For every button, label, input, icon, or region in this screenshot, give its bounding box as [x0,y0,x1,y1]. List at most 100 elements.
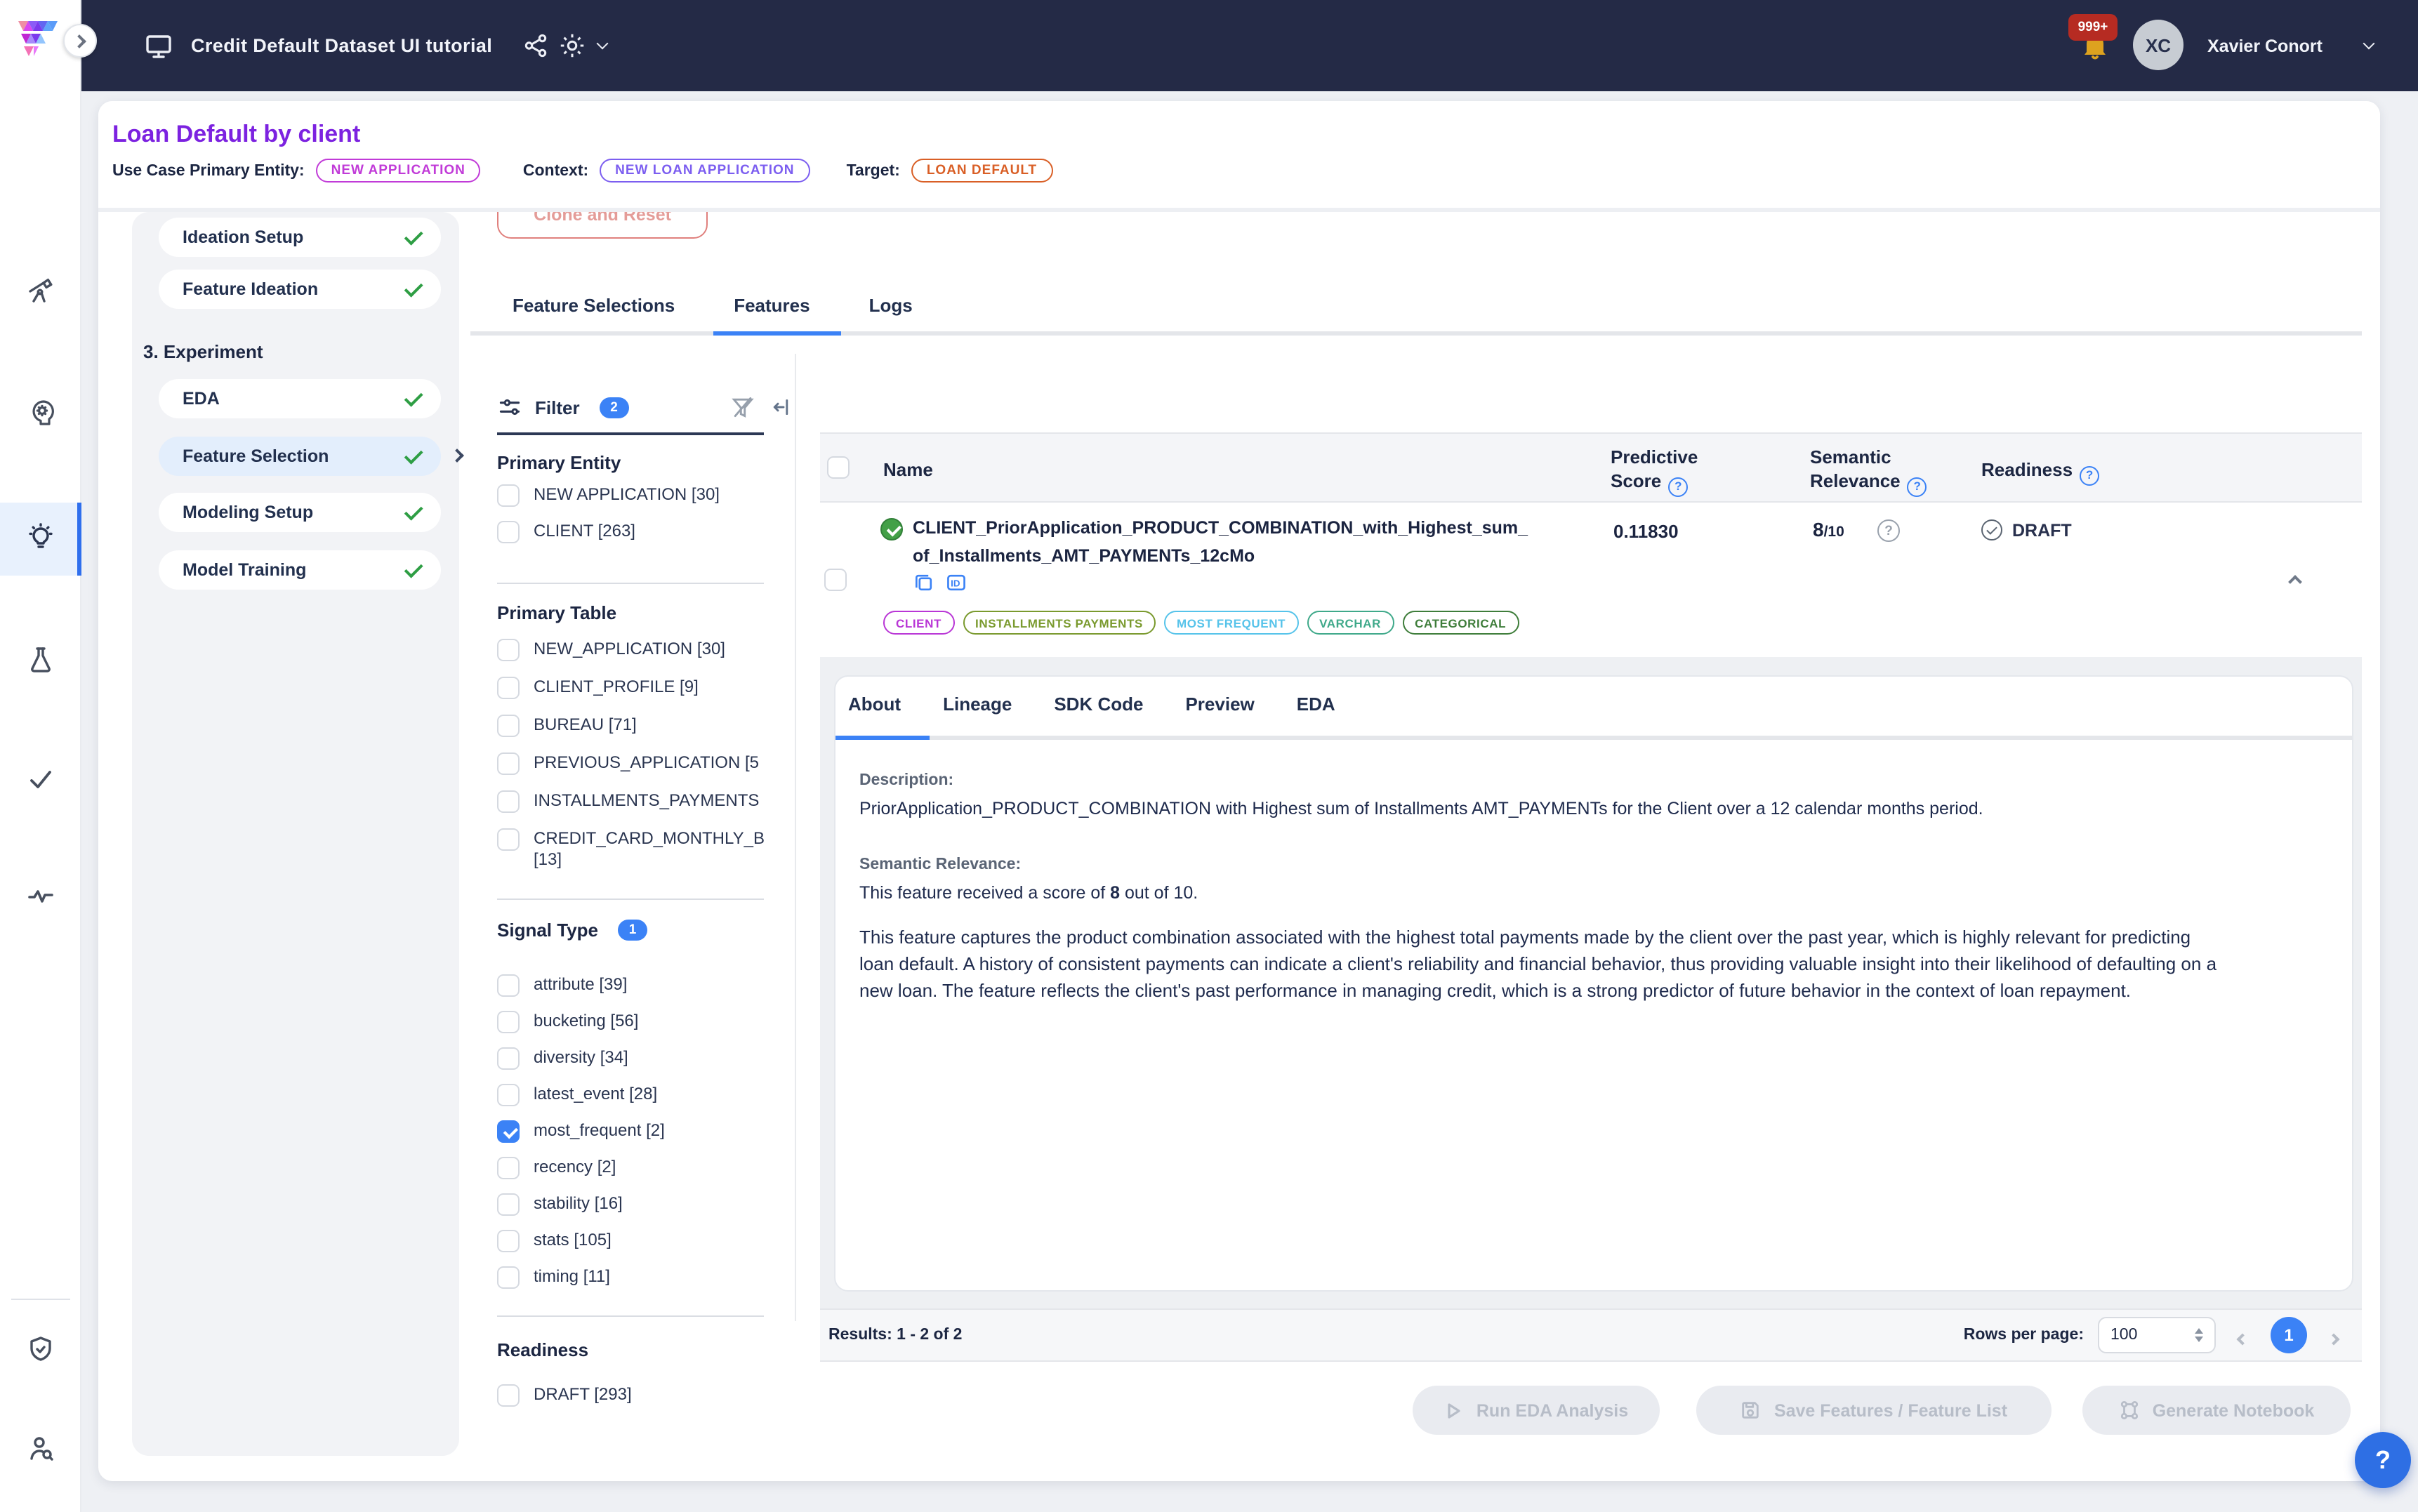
filter-option[interactable]: stability [16] [497,1193,623,1216]
filter-option[interactable]: BUREAU [71] [497,715,637,737]
filter-option[interactable]: NEW APPLICATION [30] [497,484,720,507]
help-question-icon[interactable]: ? [2080,465,2099,485]
filter-option[interactable]: latest_event [28] [497,1084,657,1106]
detail-tab-sdk-code[interactable]: SDK Code [1054,694,1143,715]
select-all-checkbox[interactable] [827,456,850,479]
clear-filter-icon[interactable] [730,394,755,420]
user-name[interactable]: Xavier Conort [2207,0,2323,91]
checkbox[interactable] [497,1157,520,1179]
discover-telescope-icon[interactable] [25,274,56,305]
column-header-predictive-score[interactable]: Predictive Score? [1611,445,1698,496]
notebook-flow-icon [2119,1400,2140,1421]
checkbox[interactable] [497,677,520,699]
featurebyte-logo-icon[interactable] [15,18,63,60]
feature-detail-card: About Lineage SDK Code Preview EDA Descr… [834,675,2353,1292]
filter-option[interactable]: timing [11] [497,1266,610,1289]
column-header-name[interactable]: Name [883,458,933,482]
checkbox[interactable] [497,790,520,813]
collapse-panel-icon[interactable] [772,396,795,418]
filter-option[interactable]: diversity [34] [497,1047,628,1070]
checkbox[interactable] [497,1011,520,1033]
help-button[interactable]: ? [2355,1432,2411,1488]
share-icon[interactable] [522,32,549,59]
detail-tab-lineage[interactable]: Lineage [943,694,1012,715]
filter-option[interactable]: PREVIOUS_APPLICATION [5 [497,752,759,775]
semantic-explanation-paragraph: This feature captures the product combin… [859,924,2228,1004]
generate-notebook-button[interactable]: Generate Notebook [2082,1386,2351,1435]
settings-gear-icon[interactable] [557,31,587,60]
rows-per-page-select[interactable]: 100 [2098,1317,2216,1353]
column-header-readiness[interactable]: Readiness? [1981,458,2099,485]
nav-item-modeling-setup[interactable]: Modeling Setup [159,493,441,532]
previous-page-chevron-icon[interactable] [2238,1330,2248,1340]
filter-option[interactable]: CLIENT [263] [497,521,635,543]
nav-item-feature-ideation[interactable]: Feature Ideation [159,270,441,309]
monitoring-pulse-icon[interactable] [25,880,56,911]
feature-name[interactable]: CLIENT_PriorApplication_PRODUCT_COMBINAT… [913,515,1538,570]
sidebar-expand-button[interactable] [63,24,97,58]
detail-tab-eda[interactable]: EDA [1297,694,1335,715]
help-question-icon[interactable]: ? [1908,477,1927,496]
filter-option[interactable]: CREDIT_CARD_MONTHLY_B [13] [497,828,743,870]
checkbox[interactable] [497,1266,520,1289]
nav-item-eda[interactable]: EDA [159,379,441,418]
filter-option[interactable]: NEW_APPLICATION [30] [497,639,725,661]
checkbox-checked[interactable] [497,1120,520,1143]
checkbox[interactable] [497,1084,520,1106]
checkbox[interactable] [497,1384,520,1407]
tab-features[interactable]: Features [734,295,810,316]
detail-tab-about[interactable]: About [848,694,901,715]
id-icon[interactable]: ID [945,571,967,594]
run-eda-analysis-button[interactable]: Run EDA Analysis [1413,1386,1660,1435]
checkbox[interactable] [497,639,520,661]
current-page-button[interactable]: 1 [2271,1317,2307,1353]
validation-check-icon[interactable] [25,764,56,795]
nav-item-model-training[interactable]: Model Training [159,550,441,590]
help-question-icon[interactable]: ? [1668,477,1688,496]
filter-option[interactable]: DRAFT [293] [497,1384,632,1407]
detail-tab-preview[interactable]: Preview [1185,694,1254,715]
next-page-chevron-icon[interactable] [2330,1330,2339,1340]
nav-item-ideation-setup[interactable]: Ideation Setup [159,218,441,257]
copy-icon[interactable] [913,571,935,594]
checkbox[interactable] [497,1230,520,1252]
semantic-relevance-value: 8/10 [1813,518,1844,541]
nav-item-feature-selection[interactable]: Feature Selection [159,437,441,476]
checkbox[interactable] [497,521,520,543]
tab-logs[interactable]: Logs [869,295,913,316]
checkbox[interactable] [497,715,520,737]
nav-item-label: Feature Selection [183,446,329,466]
feature-table-row[interactable]: CLIENT_PriorApplication_PRODUCT_COMBINAT… [820,503,2362,657]
project-title[interactable]: Credit Default Dataset UI tutorial [191,0,492,91]
filter-option[interactable]: stats [105] [497,1230,612,1252]
semantic-help-icon[interactable]: ? [1877,519,1900,542]
filter-option[interactable]: bucketing [56] [497,1011,638,1033]
checkbox[interactable] [497,484,520,507]
stepper-arrows-icon[interactable] [2195,1328,2203,1342]
collapse-row-chevron-icon[interactable] [2290,569,2304,583]
nav-item-label: Ideation Setup [183,227,303,247]
project-menu-caret-icon[interactable] [597,38,609,50]
security-shield-icon[interactable] [25,1334,56,1365]
filter-option-most-frequent[interactable]: most_frequent [2] [497,1120,665,1143]
row-checkbox[interactable] [824,569,847,591]
filter-option[interactable]: recency [2] [497,1157,616,1179]
checkbox[interactable] [497,828,520,851]
save-features-button[interactable]: Save Features / Feature List [1696,1386,2052,1435]
feature-ideation-lightbulb-icon[interactable] [25,522,56,553]
checkbox[interactable] [497,752,520,775]
rows-per-page-label: Rows per page: [1964,1327,2084,1344]
checkbox[interactable] [497,974,520,997]
filter-option[interactable]: attribute [39] [497,974,627,997]
user-search-icon[interactable] [25,1432,56,1463]
column-header-semantic-relevance[interactable]: Semantic Relevance? [1810,445,1927,496]
ideation-head-gear-icon[interactable] [25,397,56,428]
filter-option[interactable]: CLIENT_PROFILE [9] [497,677,699,699]
user-avatar[interactable]: XC [2133,20,2184,70]
filter-option[interactable]: INSTALLMENTS_PAYMENTS [497,790,759,813]
tab-feature-selections[interactable]: Feature Selections [513,295,675,316]
experiment-flask-icon[interactable] [25,644,56,675]
user-menu-caret-icon[interactable] [2363,38,2375,50]
checkbox[interactable] [497,1193,520,1216]
checkbox[interactable] [497,1047,520,1070]
